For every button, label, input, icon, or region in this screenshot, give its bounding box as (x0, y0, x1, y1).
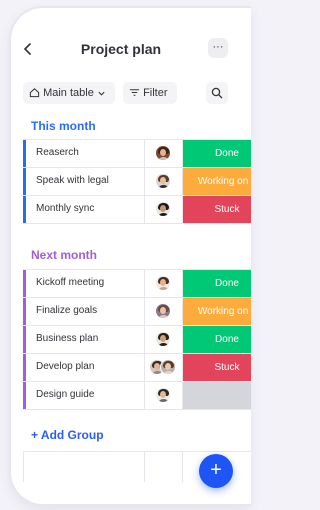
status-cell[interactable]: Done (183, 326, 251, 353)
header: Project plan ··· (11, 38, 251, 66)
group-color-bar (23, 326, 26, 353)
table-row[interactable]: Finalize goals Working on it (23, 298, 251, 326)
status-label: Working on it (197, 306, 251, 317)
avatar (155, 331, 171, 347)
person-cell[interactable] (145, 298, 182, 325)
person-cell[interactable] (145, 196, 182, 223)
chevron-down-icon (98, 91, 105, 96)
avatar (155, 387, 171, 403)
item-name[interactable]: Reaserch (36, 147, 79, 158)
page-title: Project plan (80, 41, 162, 57)
table-row[interactable]: Kickoff meeting Done (23, 269, 251, 298)
group-color-bar (23, 298, 26, 325)
group-title-this-month[interactable]: This month (31, 119, 96, 133)
avatar (155, 173, 171, 189)
search-icon (211, 87, 223, 99)
filter-icon (129, 89, 140, 96)
item-name[interactable]: Business plan (36, 333, 98, 344)
status-label: Stuck (214, 362, 240, 373)
filter-button[interactable]: Filter (123, 82, 177, 104)
home-icon (29, 88, 40, 98)
group-title-next-month[interactable]: Next month (31, 248, 97, 262)
toolbar: Main table Filter (11, 82, 251, 106)
group-table-this-month: Reaserch Done Speak with legal Working o… (23, 139, 251, 224)
more-dots-icon: ··· (212, 41, 224, 53)
status-cell[interactable]: Done (183, 140, 251, 167)
person-cell[interactable] (145, 270, 182, 297)
status-cell[interactable]: Working on it (183, 298, 251, 325)
group-color-bar (23, 168, 26, 195)
avatar (155, 145, 171, 161)
status-label: Done (215, 334, 239, 345)
add-item-fab[interactable]: + (199, 454, 233, 488)
person-cell[interactable] (145, 140, 182, 167)
status-label: Working on it (197, 176, 251, 187)
group-table-next-month: Kickoff meeting Done Finalize goals Work… (23, 269, 251, 410)
avatar (155, 201, 171, 217)
phone-frame: Project plan ··· Main table Filter This … (9, 6, 251, 506)
table-row[interactable]: Monthly sync Stuck (23, 196, 251, 224)
status-label: Done (215, 148, 239, 159)
status-cell[interactable] (183, 382, 251, 409)
group-color-bar (23, 382, 26, 409)
table-row[interactable]: Design guide (23, 382, 251, 410)
table-row[interactable]: Speak with legal Working on it (23, 168, 251, 196)
person-cell[interactable] (145, 354, 182, 381)
status-cell[interactable]: Working on it (183, 168, 251, 195)
main-table-dropdown[interactable]: Main table (23, 82, 115, 104)
person-cell[interactable] (145, 168, 182, 195)
avatar (155, 303, 171, 319)
group-color-bar (23, 140, 26, 167)
status-cell[interactable]: Stuck (183, 196, 251, 223)
status-label: Stuck (214, 204, 240, 215)
plus-icon: + (210, 459, 222, 481)
group-color-bar (23, 196, 26, 223)
item-name[interactable]: Speak with legal (36, 175, 109, 186)
search-button[interactable] (206, 82, 228, 104)
main-table-label: Main table (43, 87, 94, 99)
table-row[interactable]: Business plan Done (23, 326, 251, 354)
table-row[interactable]: Develop plan Stuck (23, 354, 251, 382)
status-cell[interactable]: Done (183, 270, 251, 297)
table-row[interactable]: Reaserch Done (23, 139, 251, 168)
avatar (155, 275, 171, 291)
group-color-bar (23, 354, 26, 381)
item-name[interactable]: Monthly sync (36, 203, 94, 214)
status-label: Done (215, 278, 239, 289)
person-cell[interactable] (145, 382, 182, 409)
item-name[interactable]: Finalize goals (36, 305, 97, 316)
item-name[interactable]: Develop plan (36, 361, 94, 372)
item-name[interactable]: Kickoff meeting (36, 277, 104, 288)
add-group-button[interactable]: + Add Group (31, 428, 104, 442)
more-button[interactable]: ··· (208, 38, 228, 58)
status-cell[interactable]: Stuck (183, 354, 251, 381)
filter-label: Filter (143, 87, 168, 99)
group-color-bar (23, 270, 26, 297)
item-name[interactable]: Design guide (36, 389, 94, 400)
person-cell[interactable] (145, 326, 182, 353)
avatar (160, 359, 176, 375)
